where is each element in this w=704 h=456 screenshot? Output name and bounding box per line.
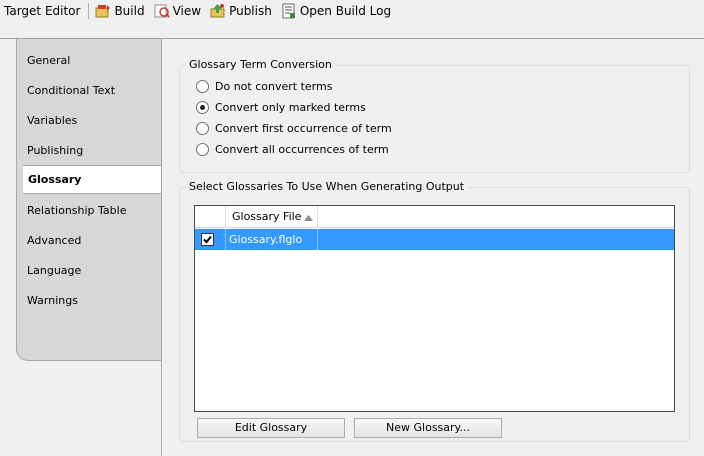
glossary-list[interactable]: Glossary File Glossary.flglo [194, 205, 675, 412]
build-log-icon [282, 3, 295, 19]
table-row[interactable]: Glossary.flglo [195, 229, 674, 250]
glossary-file-column-header[interactable]: Glossary File [226, 206, 318, 228]
view-label: View [172, 4, 202, 18]
checkmark-icon [203, 235, 212, 244]
group-title: Select Glossaries To Use When Generating… [186, 180, 468, 193]
new-glossary-button[interactable]: New Glossary... [354, 418, 502, 438]
edit-glossary-button[interactable]: Edit Glossary [197, 418, 345, 438]
glossary-term-conversion-group: Glossary Term Conversion Do not convert … [179, 58, 690, 173]
radio-label: Convert only marked terms [215, 101, 366, 114]
view-icon [154, 4, 170, 18]
list-header: Glossary File [195, 206, 674, 228]
tab-relationship-table[interactable]: Relationship Table [27, 201, 126, 221]
publish-button[interactable]: Publish [210, 3, 272, 19]
tab-variables[interactable]: Variables [27, 111, 77, 131]
tab-advanced[interactable]: Advanced [27, 231, 81, 251]
view-button[interactable]: View [154, 3, 201, 19]
radio-convert-only-marked[interactable]: Convert only marked terms [196, 101, 366, 114]
glossary-settings-panel: Glossary Term Conversion Do not convert … [162, 39, 704, 456]
tab-publishing[interactable]: Publishing [27, 141, 83, 161]
open-build-log-label: Open Build Log [299, 4, 392, 18]
editor-title: Target Editor [4, 4, 81, 18]
tab-warnings[interactable]: Warnings [27, 291, 78, 311]
radio-do-not-convert[interactable]: Do not convert terms [196, 80, 332, 93]
toolbar-separator [88, 3, 90, 19]
radio-button[interactable] [196, 80, 209, 93]
build-button[interactable]: Build [95, 3, 145, 19]
row-checkbox[interactable] [201, 233, 214, 246]
glossary-file-cell: Glossary.flglo [226, 229, 318, 250]
publish-label: Publish [229, 4, 272, 18]
tab-conditional-text[interactable]: Conditional Text [27, 81, 115, 101]
radio-button[interactable] [196, 122, 209, 135]
group-title: Glossary Term Conversion [186, 58, 335, 71]
radio-label: Convert all occurrences of term [215, 143, 389, 156]
radio-button[interactable] [196, 143, 209, 156]
tab-general[interactable]: General [27, 51, 70, 71]
column-header-label: Glossary File [232, 210, 302, 223]
radio-button[interactable] [196, 101, 209, 114]
toolbar: Target Editor Build View Publish Open Bu… [0, 0, 704, 22]
radio-convert-first-occurrence[interactable]: Convert first occurrence of term [196, 122, 392, 135]
publish-icon [210, 4, 225, 18]
radio-label: Do not convert terms [215, 80, 333, 93]
tab-language[interactable]: Language [27, 261, 81, 281]
radio-label: Convert first occurrence of term [215, 122, 392, 135]
tab-glossary[interactable]: Glossary [23, 165, 165, 194]
select-glossaries-group: Select Glossaries To Use When Generating… [179, 180, 690, 442]
sort-ascending-icon [304, 215, 313, 221]
open-build-log-button[interactable]: Open Build Log [281, 3, 391, 19]
radio-convert-all-occurrences[interactable]: Convert all occurrences of term [196, 143, 389, 156]
build-label: Build [114, 4, 145, 18]
checkbox-cell[interactable] [195, 229, 226, 250]
build-icon [95, 5, 111, 18]
checkbox-column-header[interactable] [195, 206, 226, 228]
tab-strip: General Conditional Text Variables Publi… [16, 39, 165, 361]
